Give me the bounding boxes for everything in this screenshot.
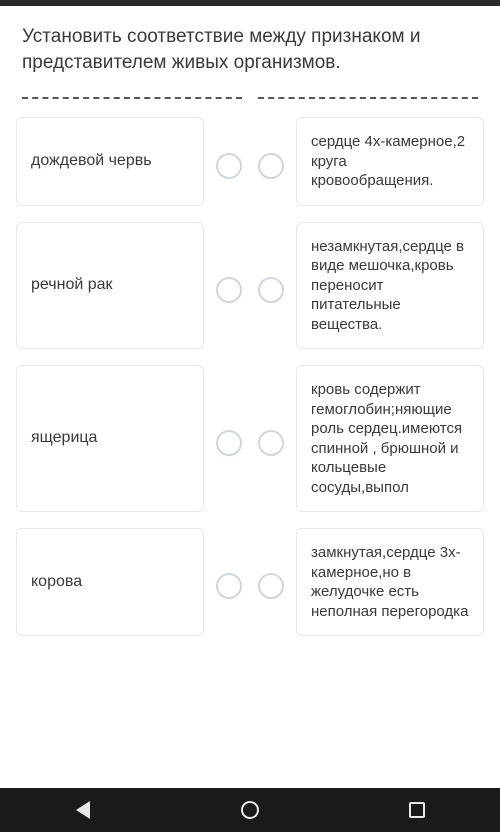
left-option-label: ящерица	[31, 428, 97, 449]
recent-apps-button[interactable]	[402, 795, 432, 825]
matching-container: дождевой червь сердце 4х-камерное,2 круг…	[0, 117, 500, 644]
right-option-2[interactable]: незамкнутая,сердце в виде мешочка,кровь …	[296, 222, 484, 350]
connector-circle-icon	[216, 573, 242, 599]
connector-circle-icon	[258, 153, 284, 179]
right-option-label: замкнутая,сердце 3х-камерное,но в желудо…	[311, 543, 469, 621]
question-text: Установить соответствие между признаком …	[0, 6, 500, 89]
right-option-3[interactable]: кровь содержит гемоглобин;няющие роль се…	[296, 365, 484, 512]
right-option-4[interactable]: замкнутая,сердце 3х-камерное,но в желудо…	[296, 528, 484, 636]
left-option-1[interactable]: дождевой червь	[16, 117, 204, 206]
connector-right-4[interactable]	[254, 528, 288, 644]
divider	[0, 89, 500, 117]
left-option-label: речной рак	[31, 275, 113, 296]
connector-circle-icon	[216, 153, 242, 179]
left-option-2[interactable]: речной рак	[16, 222, 204, 350]
left-option-3[interactable]: ящерица	[16, 365, 204, 512]
connector-circle-icon	[258, 573, 284, 599]
connector-left-1[interactable]	[212, 117, 246, 214]
connector-circle-icon	[258, 277, 284, 303]
connector-circle-icon	[258, 430, 284, 456]
connector-right-1[interactable]	[254, 117, 288, 214]
connector-circle-icon	[216, 430, 242, 456]
left-option-label: корова	[31, 572, 82, 593]
home-icon	[241, 801, 259, 819]
right-option-label: кровь содержит гемоглобин;няющие роль се…	[311, 380, 469, 497]
back-button[interactable]	[68, 795, 98, 825]
android-nav-bar	[0, 788, 500, 832]
connector-right-2[interactable]	[254, 222, 288, 358]
right-option-label: сердце 4х-камерное,2 круга кровообращени…	[311, 132, 469, 191]
recent-icon	[409, 802, 425, 818]
left-option-4[interactable]: корова	[16, 528, 204, 636]
right-option-1[interactable]: сердце 4х-камерное,2 круга кровообращени…	[296, 117, 484, 206]
connector-left-2[interactable]	[212, 222, 246, 358]
connector-right-3[interactable]	[254, 365, 288, 520]
connector-left-3[interactable]	[212, 365, 246, 520]
home-button[interactable]	[235, 795, 265, 825]
content-area: Установить соответствие между признаком …	[0, 6, 500, 788]
connector-circle-icon	[216, 277, 242, 303]
right-option-label: незамкнутая,сердце в виде мешочка,кровь …	[311, 237, 469, 335]
back-icon	[76, 801, 90, 819]
connector-left-4[interactable]	[212, 528, 246, 644]
left-option-label: дождевой червь	[31, 151, 152, 172]
divider-segment	[22, 97, 242, 99]
divider-segment	[258, 97, 478, 99]
